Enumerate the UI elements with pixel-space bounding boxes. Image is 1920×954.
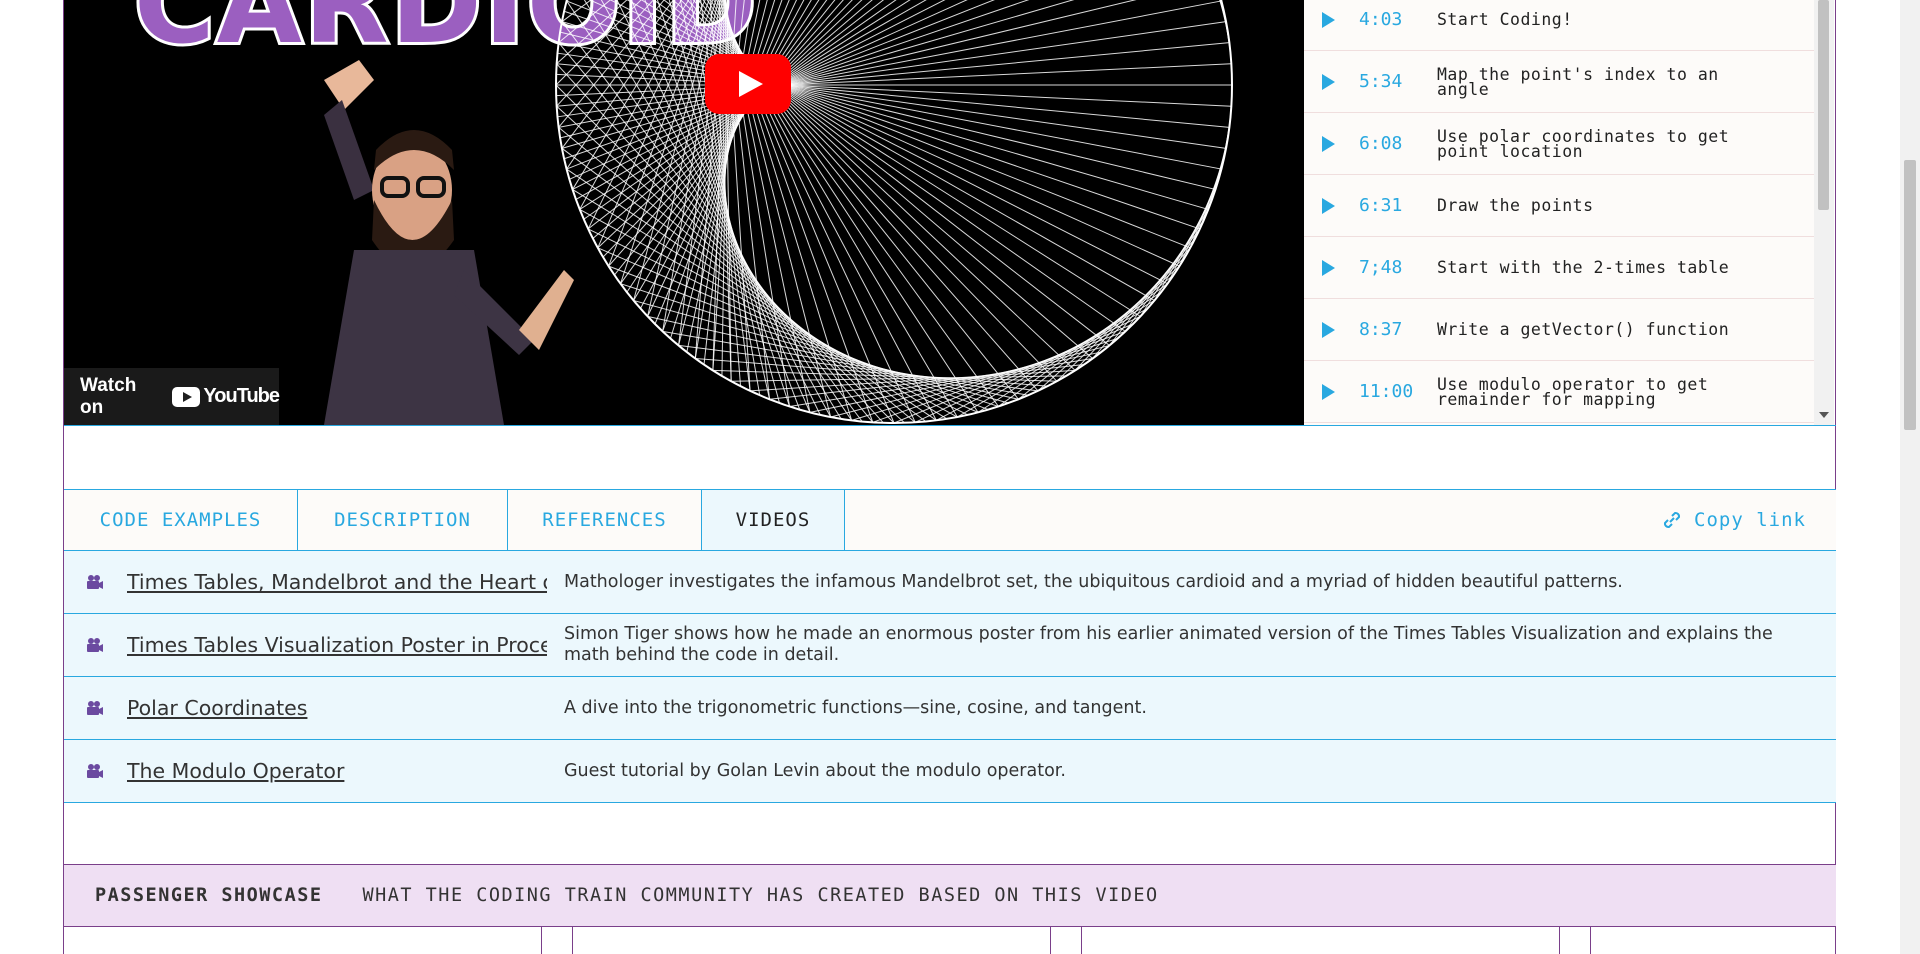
chapter-time: 6:08 (1359, 133, 1403, 154)
cardioid-line (640, 0, 1141, 317)
watch-on-youtube-link[interactable]: Watch on YouTube (64, 368, 280, 425)
video-camera-icon (87, 575, 103, 589)
chapter-item[interactable]: 7;48 Start with the 2-times table (1304, 237, 1814, 299)
cardioid-line (977, 291, 1162, 413)
chapter-time: 7;48 (1359, 257, 1403, 278)
chapter-label: Use modulo operator to get remainder for… (1437, 374, 1709, 409)
video-list-item: The Modulo Operator Guest tutorial by Gol… (64, 740, 1836, 803)
chapter-item[interactable]: 6:31 Draw the points (1304, 175, 1814, 237)
link-icon (1664, 511, 1681, 529)
scroll-down-arrow-icon[interactable] (1819, 412, 1829, 418)
divider (64, 425, 1836, 426)
video-title-link[interactable]: Times Tables, Mandelbrot and the Heart o… (127, 551, 547, 613)
cardioid-line (662, 330, 1029, 396)
chapter-scrollbar-thumb[interactable] (1818, 0, 1829, 210)
cardioid-line (679, 0, 1076, 371)
showcase-card[interactable] (64, 927, 542, 954)
showcase-grid (64, 927, 1836, 954)
chapter-label: Write a getVector() function (1437, 320, 1730, 339)
chapter-label: Use polar coordinates to get point locat… (1437, 126, 1730, 161)
cardioid-line (1230, 95, 1233, 107)
cardioid-line (588, 0, 1180, 267)
tab-videos[interactable]: VIDEOS (702, 490, 845, 550)
cardioid-line (1220, 0, 1222, 2)
chapter-label: Start with the 2-times table (1437, 258, 1730, 277)
play-triangle-icon (1322, 135, 1335, 152)
play-triangle-icon (1322, 73, 1335, 90)
chapter-list: 4:03 Start Coding! 5:34 Map the point's ind… (1304, 0, 1816, 425)
video-title-link[interactable]: The Modulo Operator (127, 740, 547, 802)
showcase-card[interactable] (573, 927, 1051, 954)
video-description: Guest tutorial by Golan Levin about the … (564, 760, 1066, 781)
play-triangle-icon (1322, 383, 1335, 400)
chapter-time: 11:00 (1359, 381, 1414, 402)
content-tabs: Copy link CODE EXAMPLES DESCRIPTION REFERE… (64, 489, 1836, 551)
video-list-item: Times Tables Visualization Poster in Pro… (64, 614, 1836, 677)
video-list-item: Polar Coordinates A dive into the trigono… (64, 677, 1836, 740)
cardioid-line (686, 0, 1058, 382)
play-triangle-icon (1322, 197, 1335, 214)
page-scrollbar[interactable] (1900, 0, 1920, 954)
youtube-wordmark: YouTube (203, 385, 280, 407)
cardioid-illustration (555, 0, 1233, 424)
page-scrollbar-thumb[interactable] (1904, 160, 1916, 430)
copy-link-button[interactable]: Copy link (1660, 490, 1806, 550)
chapter-item[interactable]: 4:03 Start Coding! (1304, 0, 1814, 51)
showcase-card[interactable] (1082, 927, 1560, 954)
cardioid-line (597, 247, 979, 413)
video-camera-icon (87, 764, 103, 778)
play-triangle-icon (1322, 11, 1335, 28)
chapter-label: Start Coding! (1437, 10, 1573, 29)
video-camera-icon (87, 638, 103, 652)
play-triangle-icon (1322, 321, 1335, 338)
cardioid-line (1230, 63, 1233, 75)
chapter-time: 8:37 (1359, 319, 1403, 340)
cardioid-line (592, 0, 873, 239)
video-description: Simon Tiger shows how he made an enormou… (564, 624, 1773, 665)
video-title-link[interactable]: Polar Coordinates (127, 677, 547, 739)
chapter-time: 4:03 (1359, 9, 1403, 30)
video-description: A dive into the trigonometric functions—… (564, 697, 1147, 718)
watch-on-label: Watch on (80, 374, 137, 418)
play-triangle-icon (1322, 259, 1335, 276)
showcase-heading: PASSENGER SHOWCASE (95, 885, 323, 906)
video-title-link[interactable]: Times Tables Visualization Poster in Pro… (127, 614, 547, 676)
chapter-label: Map the point's index to an angle (1437, 64, 1719, 99)
video-camera-icon (87, 701, 103, 715)
chapter-item[interactable]: 11:00 Use modulo operator to get remainde… (1304, 361, 1814, 423)
copy-link-label: Copy link (1694, 509, 1806, 531)
chapter-item[interactable]: 6:08 Use polar coordinates to get point l… (1304, 113, 1814, 175)
chapter-label: Draw the points (1437, 196, 1594, 215)
passenger-showcase-header: PASSENGER SHOWCASE WHAT THE CODING TRAIN… (64, 864, 1836, 927)
video-list-item: Times Tables, Mandelbrot and the Heart o… (64, 551, 1836, 614)
cardioid-line (652, 0, 1126, 332)
chapter-item[interactable]: 5:34 Map the point's index to an angle (1304, 51, 1814, 113)
presenter-image (324, 60, 574, 425)
chapter-item[interactable]: 8:37 Write a getVector() function (1304, 299, 1814, 361)
youtube-play-icon (172, 386, 201, 407)
chapter-time: 5:34 (1359, 71, 1403, 92)
cardioid-line (633, 299, 1009, 404)
tab-code-examples[interactable]: CODE EXAMPLES (64, 490, 298, 550)
video-description: Mathologer investigates the infamous Man… (564, 571, 1623, 592)
tab-description[interactable]: DESCRIPTION (298, 490, 508, 550)
chapter-list-scrollbar[interactable] (1814, 0, 1834, 425)
tab-references[interactable]: REFERENCES (508, 490, 702, 550)
showcase-subheading: WHAT THE CODING TRAIN COMMUNITY HAS CREA… (362, 885, 1159, 906)
showcase-card-gap (1560, 927, 1591, 954)
youtube-play-button[interactable] (705, 54, 791, 114)
cardioid-line (662, 0, 783, 332)
showcase-card-gap (1051, 927, 1082, 954)
chapter-time: 6:31 (1359, 195, 1403, 216)
showcase-card-gap (542, 927, 573, 954)
cardioid-line (915, 315, 1141, 423)
video-player[interactable]: CARDIOID (64, 0, 1304, 425)
youtube-logo: YouTube (169, 385, 280, 408)
